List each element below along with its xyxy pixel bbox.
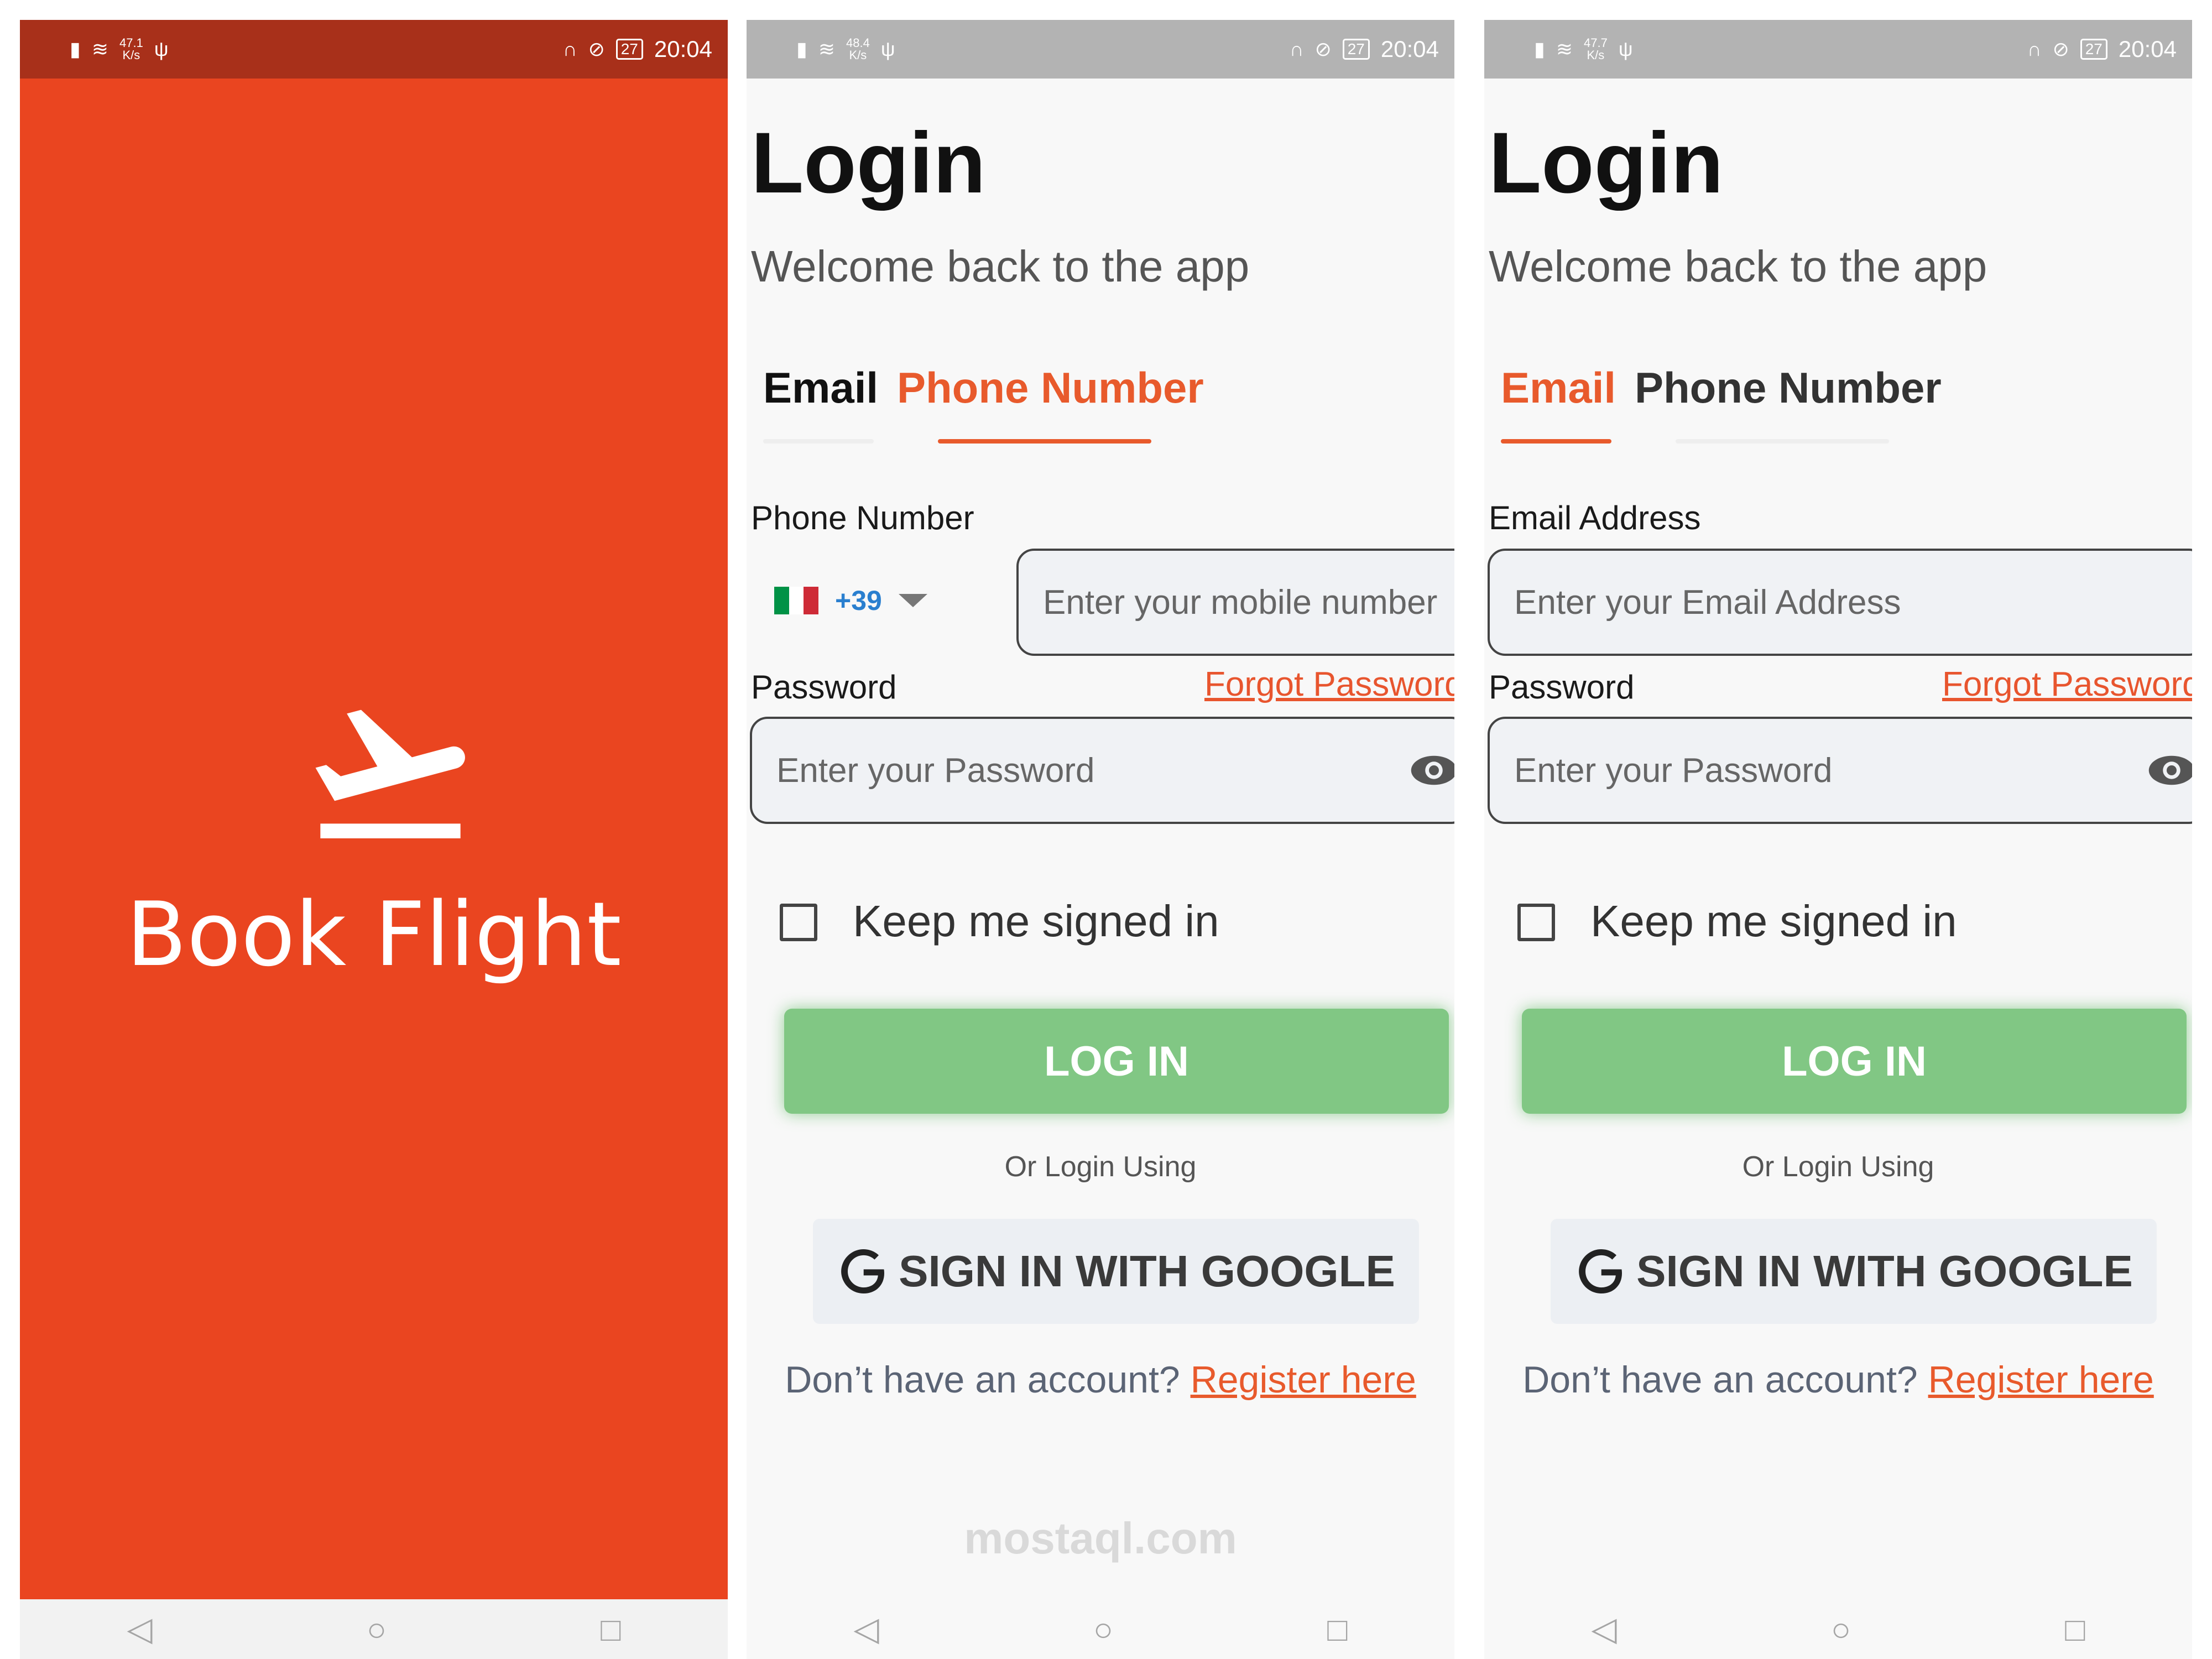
back-icon[interactable]: ◁ bbox=[127, 1610, 153, 1648]
password-placeholder: Enter your Password bbox=[776, 751, 1095, 790]
watermark: mostaql.com bbox=[964, 1514, 1237, 1563]
login-button[interactable]: LOG IN bbox=[1522, 1009, 2187, 1114]
tab-phone-number-underline bbox=[1676, 439, 1889, 444]
battery-level: 27 bbox=[1342, 39, 1370, 60]
home-icon[interactable]: ○ bbox=[367, 1610, 387, 1648]
password-label: Password bbox=[751, 669, 897, 706]
network-speed: 48.4 K/s bbox=[846, 36, 870, 62]
google-button-label: SIGN IN WITH GOOGLE bbox=[899, 1246, 1395, 1296]
tab-email-underline bbox=[763, 439, 874, 444]
tab-email-underline bbox=[1501, 439, 1611, 444]
back-icon[interactable]: ◁ bbox=[1592, 1610, 1617, 1648]
mute-icon: ⊘ bbox=[588, 38, 605, 60]
app-title: Book Flight bbox=[126, 883, 622, 986]
wifi-icon: ≋ bbox=[91, 38, 108, 60]
page-title: Login bbox=[1489, 115, 1724, 211]
home-icon[interactable]: ○ bbox=[1093, 1610, 1113, 1648]
chevron-down-icon bbox=[898, 594, 927, 607]
system-nav-bar: ◁ ○ □ bbox=[1484, 1599, 2192, 1659]
status-bar: ▮ ≋ 47.1 K/s ψ ∩ ⊘ 27 20:04 bbox=[20, 20, 728, 79]
password-input[interactable]: Enter your Password bbox=[1488, 717, 2192, 824]
italy-flag-icon bbox=[774, 587, 819, 614]
forgot-password-link[interactable]: Forgot Password bbox=[1942, 665, 2192, 704]
page-title: Login bbox=[751, 115, 986, 211]
login-button[interactable]: LOG IN bbox=[784, 1009, 1449, 1114]
keep-signed-in-label: Keep me signed in bbox=[1590, 896, 1957, 946]
headset-icon: ∩ bbox=[1289, 38, 1304, 60]
country-code: +39 bbox=[835, 585, 882, 616]
system-nav-bar: ◁ ○ □ bbox=[747, 1599, 1454, 1659]
register-link[interactable]: Register here bbox=[1191, 1359, 1416, 1401]
page-subtitle: Welcome back to the app bbox=[751, 242, 1250, 291]
usb-icon: ψ bbox=[880, 38, 895, 60]
google-icon bbox=[841, 1249, 885, 1293]
register-prompt: Don’t have an account? Register here bbox=[1484, 1358, 2192, 1401]
google-icon bbox=[1579, 1249, 1623, 1293]
or-login-using-label: Or Login Using bbox=[1004, 1151, 1197, 1183]
headset-icon: ∩ bbox=[562, 38, 577, 60]
phone-number-label: Phone Number bbox=[751, 499, 974, 536]
google-sign-in-button[interactable]: SIGN IN WITH GOOGLE bbox=[1551, 1219, 2157, 1324]
keep-signed-in-checkbox[interactable] bbox=[780, 904, 817, 941]
clock: 20:04 bbox=[654, 36, 712, 62]
google-button-label: SIGN IN WITH GOOGLE bbox=[1636, 1246, 2133, 1296]
password-placeholder: Enter your Password bbox=[1514, 751, 1833, 790]
wifi-icon: ≋ bbox=[818, 38, 835, 60]
battery-level: 27 bbox=[2080, 39, 2107, 60]
email-input[interactable]: Enter your Email Address bbox=[1488, 549, 2192, 656]
recents-icon[interactable]: □ bbox=[2065, 1610, 2085, 1648]
back-icon[interactable]: ◁ bbox=[854, 1610, 879, 1648]
password-label: Password bbox=[1489, 669, 1635, 706]
status-bar: ▮ ≋ 47.7 K/s ψ ∩ ⊘ 27 20:04 bbox=[1484, 20, 2192, 79]
clock: 20:04 bbox=[2118, 36, 2177, 62]
eye-icon[interactable] bbox=[1409, 754, 1454, 787]
keep-signed-in-checkbox[interactable] bbox=[1517, 904, 1555, 941]
register-link[interactable]: Register here bbox=[1928, 1359, 2154, 1401]
tab-email[interactable]: Email bbox=[763, 363, 878, 413]
flight-takeoff-icon bbox=[315, 709, 465, 838]
recents-icon[interactable]: □ bbox=[601, 1610, 620, 1648]
register-prompt: Don’t have an account? Register here bbox=[747, 1358, 1454, 1401]
headset-icon: ∩ bbox=[2027, 38, 2042, 60]
eye-icon[interactable] bbox=[2147, 754, 2192, 787]
usb-icon: ψ bbox=[154, 38, 169, 60]
network-speed: 47.7 K/s bbox=[1583, 36, 1608, 62]
phone-input[interactable]: Enter your mobile number bbox=[1016, 549, 1454, 656]
tab-email[interactable]: Email bbox=[1501, 363, 1616, 413]
country-code-selector[interactable]: +39 bbox=[774, 578, 927, 623]
tab-phone-number-underline bbox=[938, 439, 1151, 444]
clock: 20:04 bbox=[1380, 36, 1439, 62]
password-input[interactable]: Enter your Password bbox=[750, 717, 1454, 824]
battery-level: 27 bbox=[615, 39, 643, 60]
screenshot-collage: ▮ ≋ 47.1 K/s ψ ∩ ⊘ 27 20:04 Book Flight ◁… bbox=[0, 0, 2212, 1659]
network-speed: 47.1 K/s bbox=[119, 36, 143, 62]
usb-icon: ψ bbox=[1618, 38, 1633, 60]
wifi-icon: ≋ bbox=[1556, 38, 1573, 60]
login-email-screen: ▮ ≋ 47.7 K/s ψ ∩ ⊘ 27 20:04 Login Welcome… bbox=[1484, 20, 2192, 1659]
no-account-text: Don’t have an account? bbox=[1522, 1359, 1928, 1401]
recents-icon[interactable]: □ bbox=[1327, 1610, 1347, 1648]
forgot-password-link[interactable]: Forgot Password bbox=[1204, 665, 1454, 704]
or-login-using-label: Or Login Using bbox=[1742, 1151, 1934, 1183]
signal-icon: ▮ bbox=[70, 38, 81, 60]
login-phone-screen: ▮ ≋ 48.4 K/s ψ ∩ ⊘ 27 20:04 Login Welcome… bbox=[747, 20, 1454, 1659]
no-account-text: Don’t have an account? bbox=[785, 1359, 1191, 1401]
keep-signed-in-label: Keep me signed in bbox=[853, 896, 1219, 946]
signal-icon: ▮ bbox=[796, 38, 807, 60]
tab-phone-number[interactable]: Phone Number bbox=[1635, 363, 1942, 413]
google-sign-in-button[interactable]: SIGN IN WITH GOOGLE bbox=[813, 1219, 1419, 1324]
home-icon[interactable]: ○ bbox=[1831, 1610, 1851, 1648]
tab-phone-number[interactable]: Phone Number bbox=[897, 363, 1204, 413]
page-subtitle: Welcome back to the app bbox=[1489, 242, 1987, 291]
mute-icon: ⊘ bbox=[2052, 38, 2069, 60]
mute-icon: ⊘ bbox=[1314, 38, 1332, 60]
signal-icon: ▮ bbox=[1534, 38, 1545, 60]
email-address-label: Email Address bbox=[1489, 499, 1701, 536]
splash-screen: ▮ ≋ 47.1 K/s ψ ∩ ⊘ 27 20:04 Book Flight ◁… bbox=[20, 20, 728, 1659]
status-bar: ▮ ≋ 48.4 K/s ψ ∩ ⊘ 27 20:04 bbox=[747, 20, 1454, 79]
system-nav-bar: ◁ ○ □ bbox=[20, 1599, 728, 1659]
